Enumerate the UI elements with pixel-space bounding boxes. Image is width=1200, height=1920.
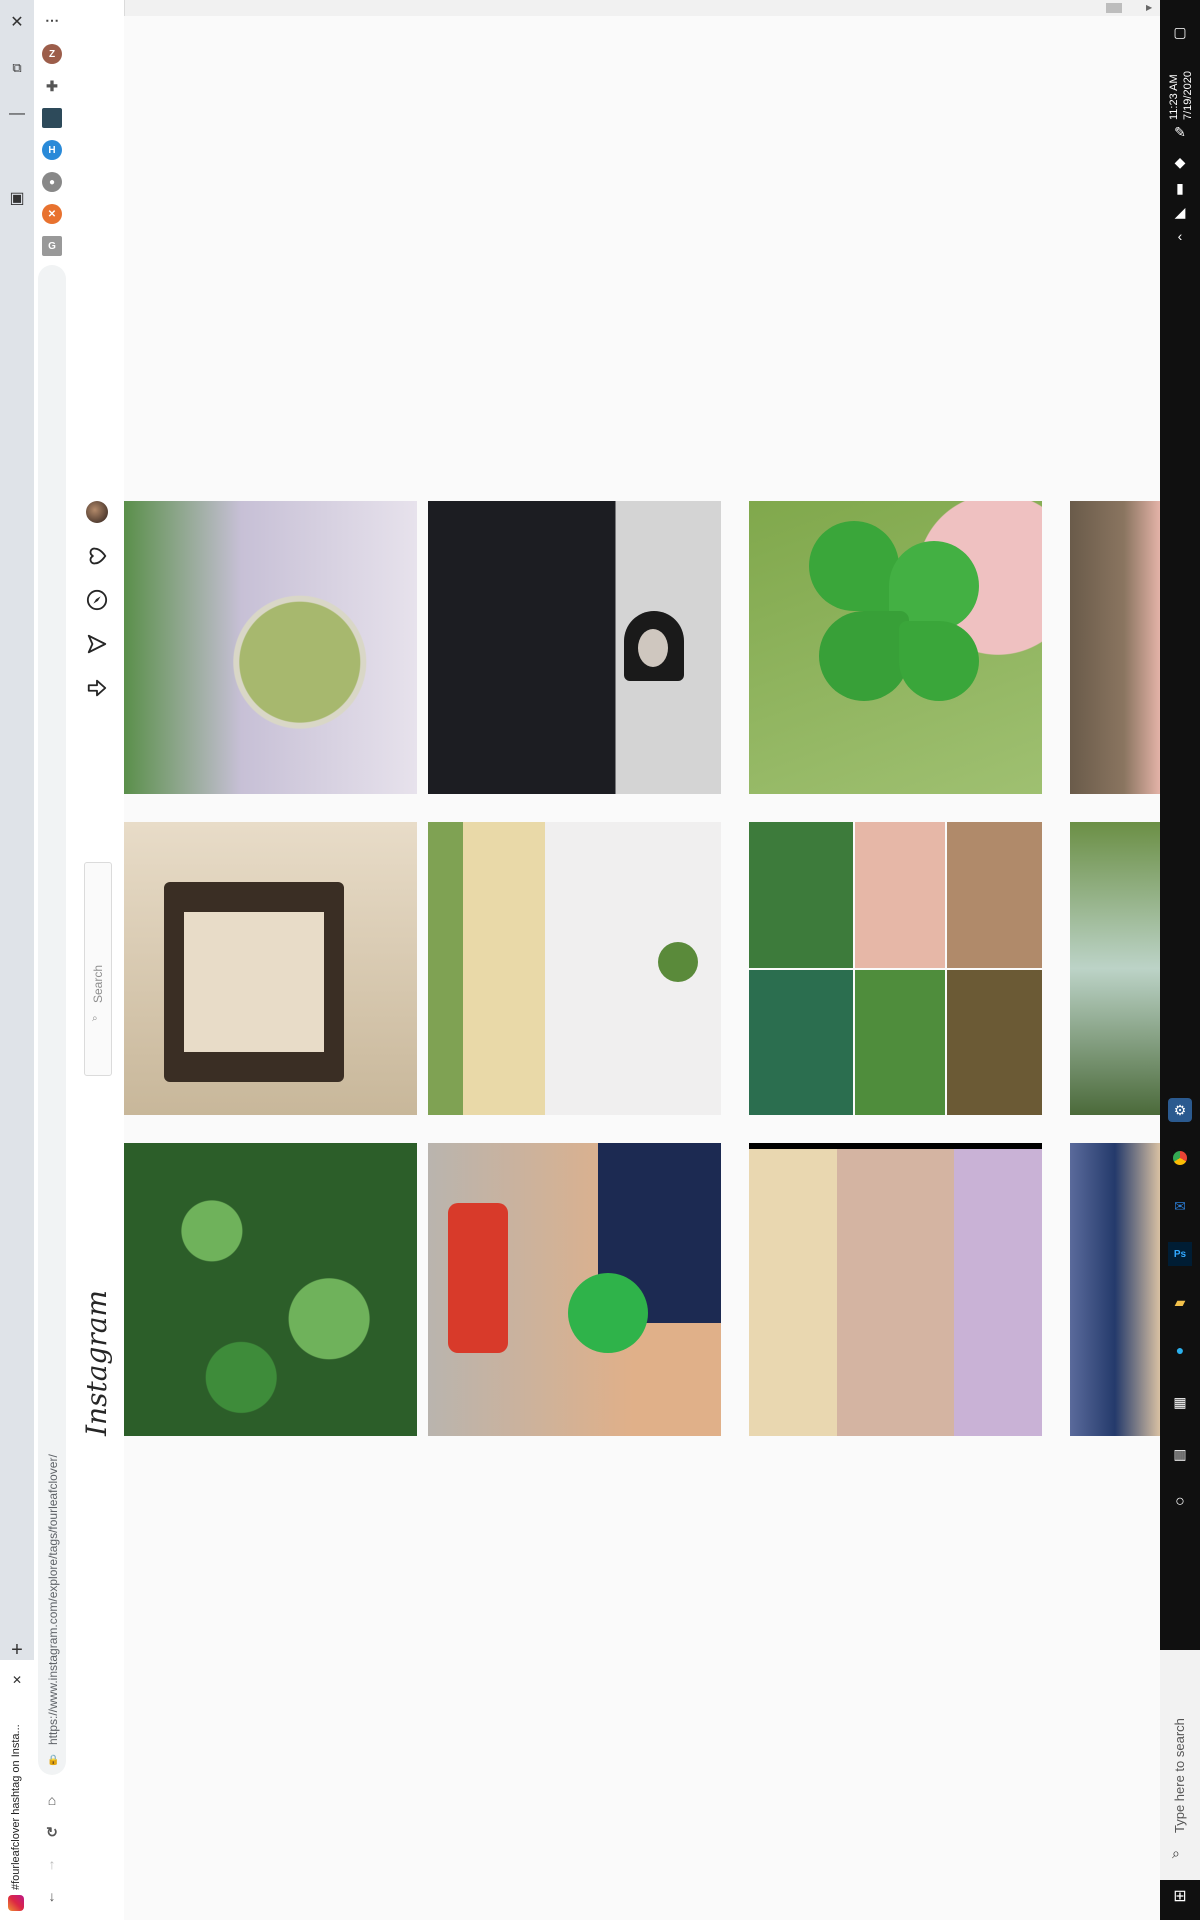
taskbar-app-icon[interactable]: ⚙ bbox=[1168, 1098, 1192, 1122]
home-button-icon[interactable]: ⌂ bbox=[42, 1790, 62, 1810]
action-center-icon[interactable]: ▢ bbox=[1168, 20, 1192, 44]
windows-taskbar: ▢ 11:23 AM 7/19/2020 ✎ ◆ ▮ ◢ ‹ ⚙ ✉ Ps ▰ … bbox=[1160, 0, 1200, 1920]
close-window-icon[interactable]: ✕ bbox=[5, 10, 29, 34]
chrome-icon[interactable] bbox=[1168, 1146, 1192, 1170]
post-tile[interactable] bbox=[1070, 822, 1160, 1115]
h-extension-icon[interactable]: H bbox=[42, 140, 62, 160]
page-scrollbar[interactable]: ◀ ▶ bbox=[70, 0, 1160, 16]
tab-layout-icon[interactable]: ▣ bbox=[5, 186, 29, 210]
close-tab-icon[interactable]: ✕ bbox=[5, 1668, 29, 1692]
battery-icon[interactable]: ▮ bbox=[1168, 176, 1192, 200]
reload-icon[interactable]: ↻ bbox=[42, 1822, 62, 1842]
activity-heart-icon[interactable] bbox=[83, 542, 111, 570]
file-explorer-icon[interactable]: ▰ bbox=[1168, 1290, 1192, 1314]
cortana-icon[interactable]: ○ bbox=[1168, 1490, 1192, 1514]
taskbar-search-box[interactable]: Type here to search ⌕ bbox=[1160, 1650, 1200, 1880]
taskbar-search-placeholder: Type here to search bbox=[1172, 1718, 1187, 1833]
more-menu-icon[interactable]: ⋯ bbox=[42, 10, 62, 30]
minimize-window-icon[interactable]: — bbox=[5, 102, 29, 126]
clock-date[interactable]: 7/19/2020 bbox=[1182, 71, 1194, 120]
post-tile[interactable] bbox=[1070, 1143, 1160, 1436]
search-placeholder: Search bbox=[91, 964, 105, 1003]
post-tile[interactable] bbox=[428, 1143, 721, 1436]
post-tile[interactable] bbox=[428, 822, 721, 1115]
post-tile[interactable] bbox=[124, 822, 417, 1115]
back-icon[interactable]: ↓ bbox=[42, 1886, 62, 1906]
task-view-icon[interactable]: ▥ bbox=[1168, 1442, 1192, 1466]
scroll-thumb[interactable] bbox=[1106, 3, 1122, 13]
show-hidden-icons-icon[interactable]: ‹ bbox=[1168, 224, 1192, 248]
scroll-right-icon[interactable]: ▶ bbox=[1146, 3, 1152, 12]
search-input[interactable]: Search ⌕ bbox=[84, 862, 112, 1076]
search-icon: ⌕ bbox=[92, 1013, 98, 1024]
pen-icon[interactable]: ✎ bbox=[1168, 120, 1192, 144]
circle-extension-icon[interactable]: ● bbox=[42, 172, 62, 192]
browser-toolbar: ⋯ Z ✚ H ● ✕ G https://www.instagram.com/… bbox=[34, 0, 71, 1920]
forward-icon[interactable]: ↑ bbox=[42, 1854, 62, 1874]
explore-compass-icon[interactable] bbox=[83, 586, 111, 614]
clock-time[interactable]: 11:23 AM bbox=[1168, 74, 1180, 120]
windows-start-icon[interactable]: ⊞ bbox=[1168, 1884, 1192, 1908]
post-tile[interactable] bbox=[124, 1143, 417, 1436]
volume-icon[interactable]: ◢ bbox=[1168, 200, 1192, 224]
search-icon: ⌕ bbox=[1172, 1845, 1180, 1861]
g-extension-icon[interactable]: G bbox=[42, 236, 62, 256]
instagram-header: Search ⌕ Instagram bbox=[70, 0, 125, 1920]
extensions-puzzle-icon[interactable]: ✚ bbox=[42, 76, 62, 96]
direct-message-icon[interactable] bbox=[83, 630, 111, 658]
x-extension-icon[interactable]: ✕ bbox=[42, 204, 62, 224]
profile-avatar[interactable] bbox=[83, 498, 111, 526]
image-extension-icon[interactable] bbox=[42, 108, 62, 128]
home-icon[interactable] bbox=[83, 674, 111, 702]
post-tile[interactable] bbox=[749, 1143, 1042, 1436]
address-bar[interactable]: https://www.instagram.com/explore/tags/f… bbox=[38, 265, 66, 1775]
post-tile[interactable] bbox=[749, 822, 1042, 1115]
instagram-favicon-icon bbox=[8, 1895, 24, 1911]
dropbox-icon[interactable]: ◆ bbox=[1168, 150, 1192, 174]
instagram-logo[interactable]: Instagram bbox=[80, 1290, 113, 1436]
post-tile[interactable] bbox=[1070, 501, 1160, 794]
browser-tab-strip: ✕ ⧉ — ▣ + ✕ #fourleafclover hashtag on I… bbox=[0, 0, 34, 1920]
outlook-icon[interactable]: ✉ bbox=[1168, 1194, 1192, 1218]
hashtag-post-grid bbox=[124, 16, 1160, 1920]
restore-window-icon[interactable]: ⧉ bbox=[5, 56, 29, 80]
edge-icon[interactable]: ● bbox=[1168, 1338, 1192, 1362]
post-tile[interactable] bbox=[428, 501, 721, 794]
new-tab-icon[interactable]: + bbox=[5, 1638, 29, 1662]
tab-title: #fourleafclover hashtag on Insta... bbox=[10, 1724, 22, 1890]
store-icon[interactable]: ▦ bbox=[1168, 1390, 1192, 1414]
post-tile[interactable] bbox=[749, 501, 1042, 794]
post-tile[interactable] bbox=[124, 501, 417, 794]
active-tab[interactable]: ✕ #fourleafclover hashtag on Insta... bbox=[0, 1660, 34, 1920]
url-text: https://www.instagram.com/explore/tags/f… bbox=[46, 1454, 60, 1745]
lock-icon: 🔒 bbox=[47, 1755, 60, 1766]
photoshop-icon[interactable]: Ps bbox=[1168, 1242, 1192, 1266]
profile-avatar-icon[interactable]: Z bbox=[42, 44, 62, 64]
